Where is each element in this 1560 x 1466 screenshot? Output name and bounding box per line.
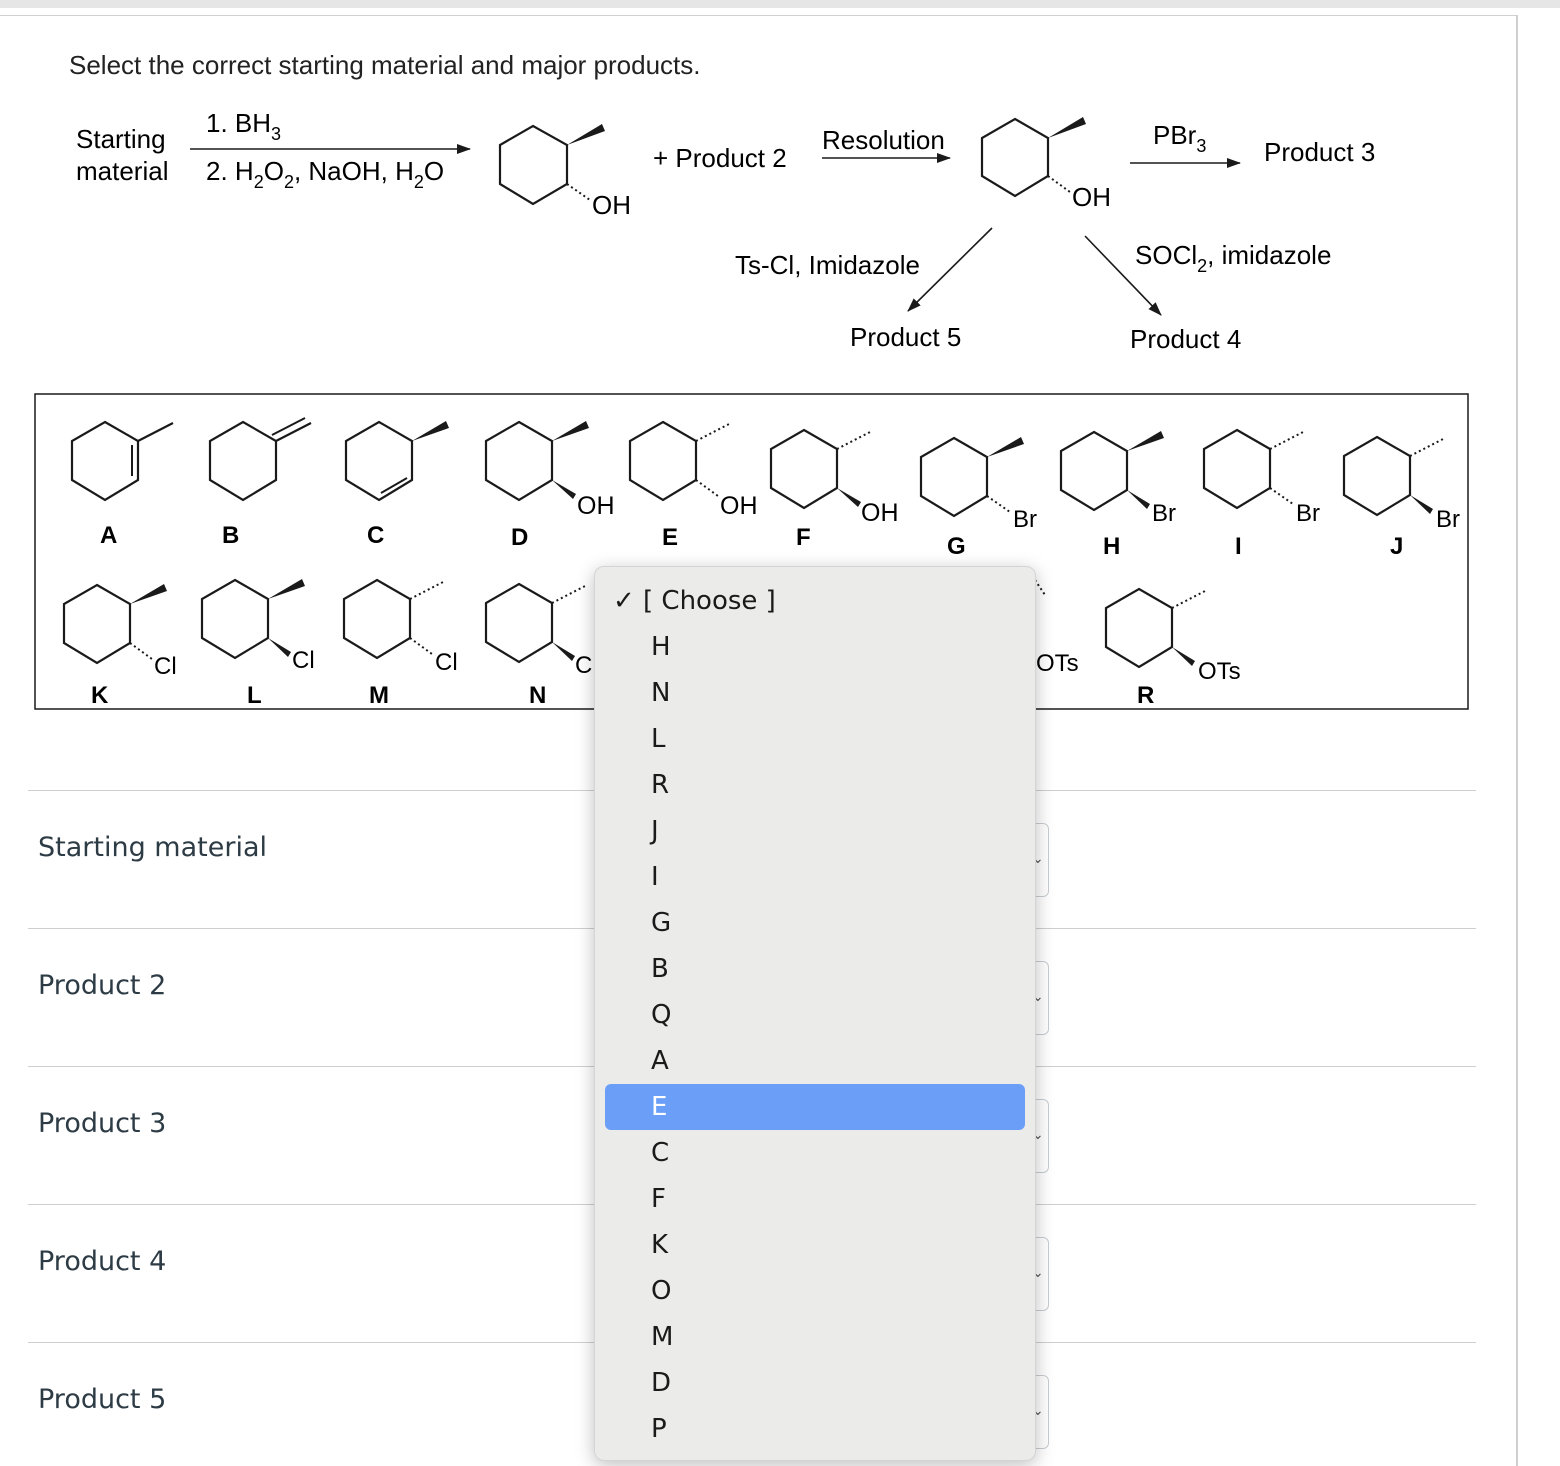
dropdown-option-o[interactable]: O: [605, 1268, 1025, 1314]
answer-label-starting-material: Starting material: [38, 832, 267, 863]
dropdown-option-f[interactable]: F: [605, 1176, 1025, 1222]
choice-a-label: A: [100, 522, 117, 549]
product4-label: Product 4: [1130, 324, 1241, 354]
choice-l-label: L: [247, 682, 262, 709]
choice-g-structure: Br G: [919, 436, 1037, 560]
dropdown-option-b[interactable]: B: [605, 946, 1025, 992]
resolved-alcohol-molecule: OH: [980, 117, 1111, 212]
dropdown-option-m[interactable]: M: [605, 1314, 1025, 1360]
dropdown-option-n[interactable]: N: [605, 670, 1025, 716]
dropdown-option-d[interactable]: D: [605, 1360, 1025, 1406]
dropdown-option-p[interactable]: P: [605, 1406, 1025, 1452]
choice-e-group: OH: [720, 492, 758, 520]
answer-label-product-4: Product 4: [38, 1246, 167, 1277]
dropdown-option-e-highlighted[interactable]: E: [605, 1084, 1025, 1130]
dropdown-option-c[interactable]: C: [605, 1130, 1025, 1176]
choice-h-group: Br: [1152, 500, 1176, 527]
choice-h-structure: Br H: [1059, 430, 1176, 560]
choice-k-label: K: [91, 682, 109, 709]
dropdown-option-choose[interactable]: ✓ [ Choose ]: [605, 578, 1025, 624]
choice-k-group: Cl: [154, 653, 177, 680]
dropdown-option-r[interactable]: R: [605, 762, 1025, 808]
choice-g-label: G: [947, 533, 966, 560]
choice-f-structure: OH F: [769, 428, 899, 551]
plus-product2: + Product 2: [653, 143, 787, 173]
choice-i-label: I: [1235, 533, 1242, 560]
dropdown-option-g[interactable]: G: [605, 900, 1025, 946]
tscl-reagent: Ts-Cl, Imidazole: [735, 250, 920, 280]
choice-n-group: C: [575, 652, 592, 679]
choice-r-label: R: [1137, 682, 1154, 709]
checkmark-icon: ✓: [613, 586, 635, 616]
dropdown-option-j[interactable]: J: [605, 808, 1025, 854]
choice-n-structure: C N: [484, 582, 592, 709]
choice-i-structure: Br I: [1202, 428, 1320, 560]
product5-label: Product 5: [850, 322, 961, 352]
choice-f-label: F: [796, 524, 811, 551]
answer-label-product-2: Product 2: [38, 970, 167, 1001]
answer-label-product-5: Product 5: [38, 1384, 167, 1415]
choice-g-group: Br: [1013, 506, 1037, 533]
choice-k-structure: Cl K: [62, 583, 177, 709]
dropdown-option-h[interactable]: H: [605, 624, 1025, 670]
choice-m-label: M: [369, 682, 389, 709]
resolution-label: Resolution: [822, 125, 945, 155]
choice-hidden-ots-structure: OTs: [1034, 579, 1079, 677]
choice-l-group: Cl: [292, 647, 315, 674]
pbr3-reagent: PBr3: [1153, 120, 1206, 156]
product3-label: Product 3: [1264, 137, 1375, 167]
choice-h-label: H: [1103, 533, 1120, 560]
choice-d-group: OH: [577, 492, 615, 520]
choice-m-group: Cl: [435, 649, 458, 676]
choice-i-group: Br: [1296, 500, 1320, 527]
choice-hidden-ots-group: OTs: [1036, 650, 1079, 677]
product1-molecule: OH: [498, 124, 631, 220]
reagent-step1: 1. BH3: [206, 108, 281, 144]
answer-label-product-3: Product 3: [38, 1108, 167, 1139]
choice-e-structure: OH E: [628, 420, 758, 551]
choice-j-label: J: [1390, 533, 1403, 560]
reagent-step2: 2. H2O2, NaOH, H2O: [206, 156, 444, 192]
tscl-arrow: [907, 227, 993, 312]
starting-material-label-2: material: [76, 156, 168, 186]
choice-r-structure: OTs R: [1104, 587, 1241, 709]
dropdown-option-k[interactable]: K: [605, 1222, 1025, 1268]
choice-c-label: C: [367, 522, 384, 549]
choice-n-label: N: [529, 682, 546, 709]
choice-d-label: D: [511, 524, 528, 551]
choice-l-structure: Cl L: [200, 578, 315, 709]
socl2-reagent: SOCl2, imidazole: [1135, 240, 1331, 276]
choice-b-label: B: [222, 522, 239, 549]
choice-d-structure: OH D: [484, 420, 615, 551]
choice-m-structure: Cl M: [342, 578, 458, 709]
product1-oh-label: OH: [592, 190, 631, 220]
choice-a-structure: A: [70, 420, 174, 549]
choice-j-structure: Br J: [1342, 435, 1460, 560]
resolved-oh-label: OH: [1072, 182, 1111, 212]
dropdown-option-i[interactable]: I: [605, 854, 1025, 900]
choice-j-group: Br: [1436, 506, 1460, 533]
dropdown-option-a[interactable]: A: [605, 1038, 1025, 1084]
choice-c-structure: C: [344, 420, 449, 549]
choice-f-group: OH: [861, 499, 899, 527]
answer-dropdown-menu[interactable]: ✓ [ Choose ] H N L R J I G B Q A E C F K…: [594, 566, 1036, 1461]
choice-e-label: E: [662, 524, 678, 551]
choice-r-group: OTs: [1198, 658, 1241, 685]
dropdown-option-l[interactable]: L: [605, 716, 1025, 762]
choice-b-structure: B: [208, 417, 312, 549]
starting-material-label: Starting: [76, 124, 166, 154]
dropdown-option-q[interactable]: Q: [605, 992, 1025, 1038]
